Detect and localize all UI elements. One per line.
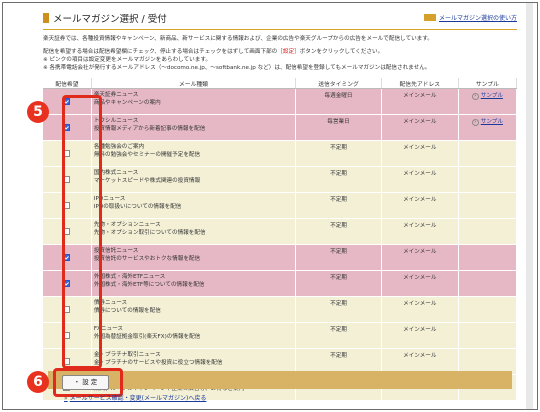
- table-row: 外国株式・海外ETFニュース 外国株式・海外ETF等についての情報を配信 不定期 メイ…: [43, 270, 518, 297]
- mail-name: 債券ニュース: [93, 300, 128, 306]
- sample-cell: サンプル: [458, 88, 518, 115]
- timing-cell: 不定期: [295, 270, 382, 297]
- header-cell: 送信タイミング: [295, 78, 382, 89]
- mail-desc: 外国為替証拠金取引(楽天FX)の情報を配信: [93, 334, 201, 340]
- timing-cell: 毎営業日: [295, 114, 382, 141]
- address-cell: メインメール: [381, 322, 459, 349]
- mail-kind-cell: 国内株式ニュースマーケットスピードや株式関連の投資情報: [91, 166, 297, 193]
- mail-desc: 投資情報メディアから新着記事の情報を配信: [93, 126, 206, 132]
- mail-name: 投資信託ニュース: [93, 248, 139, 254]
- address-cell: メインメール: [381, 192, 459, 219]
- table-row: IPOニュース IPOの取扱いについての情報を配信 不定期 メインメール: [43, 192, 518, 219]
- step-badge-6: 6: [27, 371, 49, 393]
- mail-name: 各種勉強会のご案内: [93, 144, 145, 150]
- header-cell: 配信先アドレス: [381, 78, 459, 89]
- bullet-note-1: ※ ピンクの項目は設定変更をメールマガジンをあらわしています。: [43, 57, 211, 63]
- help-icon: [423, 14, 436, 21]
- timing-cell: 毎週金曜日: [295, 88, 382, 115]
- page-content: メールマガジン選択 / 受付 メールマガジン選択の使い方 楽天証券では、各種投資…: [33, 3, 533, 409]
- address-cell: メインメール: [381, 166, 459, 193]
- header-cell: 配信希望: [43, 78, 92, 89]
- table-header-row: 配信希望 メール種類 送信タイミング 配信先アドレス サンプル: [43, 78, 518, 89]
- table-row: トウシルニュース投資情報メディアから新着記事の情報を配信毎営業日メインメールサン…: [43, 114, 518, 141]
- instruction-text: 配信を希望する場合は配信希望欄にチェック、停止する場合はチェックをはずして画面下…: [43, 48, 517, 56]
- mail-kind-cell: 債券ニュース債券についての情報を配信: [91, 296, 297, 323]
- timing-cell: 不定期: [295, 166, 382, 193]
- sample-cell: [458, 192, 518, 219]
- sample-cell: [458, 166, 518, 193]
- mail-kind-cell: 先物・オプションニュース先物・オプション取引についての情報を配信: [91, 218, 297, 245]
- sample-link[interactable]: サンプル: [472, 93, 503, 99]
- mail-kind-cell: 外国株式・海外ETFニュース外国株式・海外ETF等についての情報を配信: [91, 270, 297, 297]
- mail-kind-cell: トウシルニュース投資情報メディアから新着記事の情報を配信: [91, 114, 297, 141]
- table-row: 債券ニュース 債券についての情報を配信 不定期 メインメール: [43, 296, 518, 323]
- mail-name: FXニュース: [93, 326, 123, 332]
- mail-kind-cell: IPOニュース IPOの取扱いについての情報を配信: [91, 192, 297, 219]
- address-cell: メインメール: [381, 114, 459, 141]
- instruction-after: ボタンをクリックしてください。: [299, 49, 384, 55]
- timing-cell: 不定期: [295, 296, 382, 323]
- help-link[interactable]: メールマガジン選択の使い方: [423, 13, 517, 22]
- table-row: 先物・オプションニュース 先物・オプション取引についての情報を配信 不定期 メインメー…: [43, 218, 518, 245]
- sample-cell: [458, 322, 518, 349]
- mail-desc: マーケットスピードや株式関連の投資情報: [93, 178, 201, 184]
- timing-cell: 不定期: [295, 244, 382, 271]
- table-row: 楽天証券ニュース商品やキャンペーンの案内毎週金曜日メインメールサンプル: [43, 88, 518, 115]
- mail-desc: 先物・オプション取引についての情報を配信: [93, 230, 206, 236]
- sample-cell: [458, 244, 518, 271]
- mail-desc: 商品やキャンペーンの案内: [93, 100, 161, 106]
- mail-desc: 投資信託のサービスやおトクな情報を配信: [93, 256, 201, 262]
- table-row: 投資信託ニュース 投資信託のサービスやおトクな情報を配信 不定期 メインメール: [43, 244, 518, 271]
- address-cell: メインメール: [381, 88, 459, 115]
- mail-table: 配信希望 メール種類 送信タイミング 配信先アドレス サンプル 楽天証券ニュース…: [43, 78, 518, 401]
- mail-name: 楽天証券ニュース: [93, 92, 139, 98]
- help-link-label: メールマガジン選択の使い方: [438, 15, 517, 22]
- timing-cell: 不定期: [295, 140, 382, 167]
- timing-cell: 不定期: [295, 218, 382, 245]
- mail-name: 国内株式ニュース: [93, 170, 139, 176]
- mail-name: 外国株式・海外ETFニュース: [93, 274, 166, 280]
- mail-desc: 無料の勉強会やセミナーの開催予定を配信: [93, 152, 201, 158]
- sample-cell: [458, 296, 518, 323]
- table-row: FXニュース 外国為替証拠金取引(楽天FX)の情報を配信 不定期 メインメール: [43, 322, 518, 349]
- sample-cell: [458, 140, 518, 167]
- address-cell: メインメール: [381, 140, 459, 167]
- address-cell: メインメール: [381, 244, 459, 271]
- checkbox-column-highlight: [62, 95, 102, 369]
- intro-text: 楽天証券では、各種投資情報やキャンペーン、新商品、新サービスに関する情報および、…: [43, 36, 433, 42]
- mail-desc: 債券についての情報を配信: [93, 308, 161, 314]
- back-link[interactable]: メールサービス確認・変更(メールマガジン)へ戻る: [64, 393, 207, 402]
- table-row: 各種勉強会のご案内 無料の勉強会やセミナーの開催予定を配信 不定期 メインメール: [43, 140, 518, 167]
- timing-cell: 不定期: [295, 322, 382, 349]
- mail-desc: 外国株式・海外ETF等についての情報を配信: [93, 282, 205, 288]
- mail-name: 先物・オプションニュース: [93, 222, 161, 228]
- instruction-red: ［設定］: [277, 49, 300, 55]
- mail-kind-cell: FXニュース外国為替証拠金取引(楽天FX)の情報を配信: [91, 322, 297, 349]
- header-bar: メールマガジン選択 / 受付 メールマガジン選択の使い方: [43, 9, 517, 30]
- address-cell: メインメール: [381, 270, 459, 297]
- sample-cell: [458, 270, 518, 297]
- mail-name: IPOニュース: [93, 196, 126, 202]
- address-cell: メインメール: [381, 296, 459, 323]
- page-title: メールマガジン選択 / 受付: [43, 11, 167, 25]
- step-badge-5: 5: [27, 101, 49, 123]
- mail-kind-cell: 楽天証券ニュース商品やキャンペーンの案内: [91, 88, 297, 115]
- mail-desc: IPOの取扱いについての情報を配信: [93, 204, 182, 210]
- mail-kind-cell: 投資信託ニュース投資信託のサービスやおトクな情報を配信: [91, 244, 297, 271]
- timing-cell: 不定期: [295, 192, 382, 219]
- address-cell: メインメール: [381, 218, 459, 245]
- header-cell: サンプル: [458, 78, 518, 89]
- vertical-scrollbar[interactable]: [526, 3, 533, 409]
- mail-name: 金・プラチナ取引ニュース: [93, 352, 161, 358]
- mail-name: トウシルニュース: [93, 118, 139, 124]
- sample-cell: サンプル: [458, 114, 518, 141]
- table-row: 国内株式ニュース マーケットスピードや株式関連の投資情報 不定期 メインメール: [43, 166, 518, 193]
- mail-kind-cell: 各種勉強会のご案内無料の勉強会やセミナーの開催予定を配信: [91, 140, 297, 167]
- header-cell: メール種類: [91, 78, 297, 89]
- sample-cell: [458, 218, 518, 245]
- mail-desc: 金・プラチナのサービスや投資に役立つ情報を配信: [93, 360, 223, 366]
- bullet-note-2: ※ 各携帯電話会社が発行するメールアドレス（～docomo.ne.jp、～sof…: [43, 65, 431, 71]
- sample-link[interactable]: サンプル: [472, 119, 503, 125]
- instruction-before: 配信を希望する場合は配信希望欄にチェック、停止する場合はチェックをはずして画面下…: [43, 49, 278, 55]
